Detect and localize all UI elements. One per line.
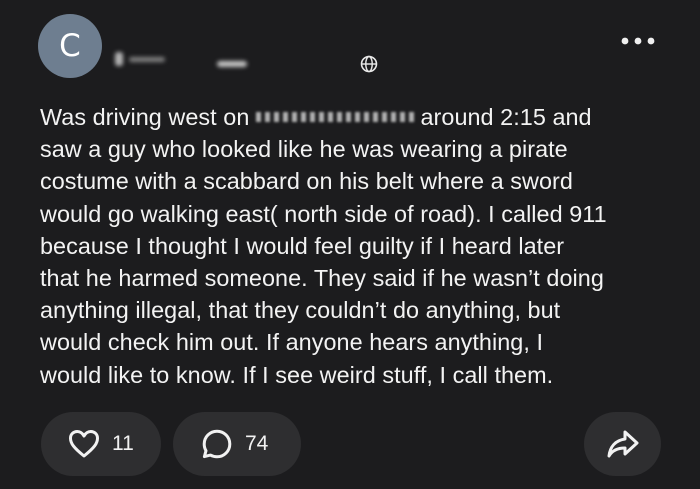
post-card: C Was driving west on around 2:15 and sa… (0, 0, 700, 489)
post-line: would go walking east( north side of roa… (40, 200, 607, 227)
post-line: would check him out. If anyone hears any… (40, 329, 543, 356)
blurred-author-name (115, 48, 285, 70)
share-button[interactable] (584, 412, 661, 476)
post-text: Was driving west on (40, 104, 256, 130)
post-line: costume with a scabbard on his belt wher… (40, 168, 573, 195)
avatar[interactable]: C (38, 14, 102, 78)
blurred-segment (115, 52, 123, 66)
action-bar: 11 74 (0, 412, 700, 478)
more-horizontal-icon[interactable] (620, 36, 656, 46)
like-count: 11 (112, 432, 134, 455)
post-text: around 2:15 and (413, 104, 592, 130)
post-line: because I thought I would feel guilty if… (40, 232, 565, 259)
share-arrow-icon (606, 429, 640, 459)
post-line: would like to know. If I see weird stuff… (40, 361, 554, 388)
avatar-letter: C (59, 27, 81, 64)
post-line: that he harmed someone. They said if he … (40, 265, 604, 292)
post-body: Was driving west on around 2:15 and saw … (40, 101, 670, 391)
blurred-segment (217, 61, 247, 67)
redacted-road-name (256, 106, 414, 128)
comment-button[interactable]: 74 (173, 412, 301, 476)
post-line: anything illegal, that they couldn’t do … (40, 297, 561, 324)
post-line: Was driving west on around 2:15 and (40, 101, 670, 133)
post-line: saw a guy who looked like he was wearing… (40, 136, 568, 163)
heart-icon (68, 429, 100, 459)
globe-icon (360, 55, 378, 73)
comment-bubble-icon (201, 428, 233, 460)
like-button[interactable]: 11 (41, 412, 161, 476)
comment-count: 74 (245, 432, 269, 455)
blurred-segment (129, 56, 165, 62)
